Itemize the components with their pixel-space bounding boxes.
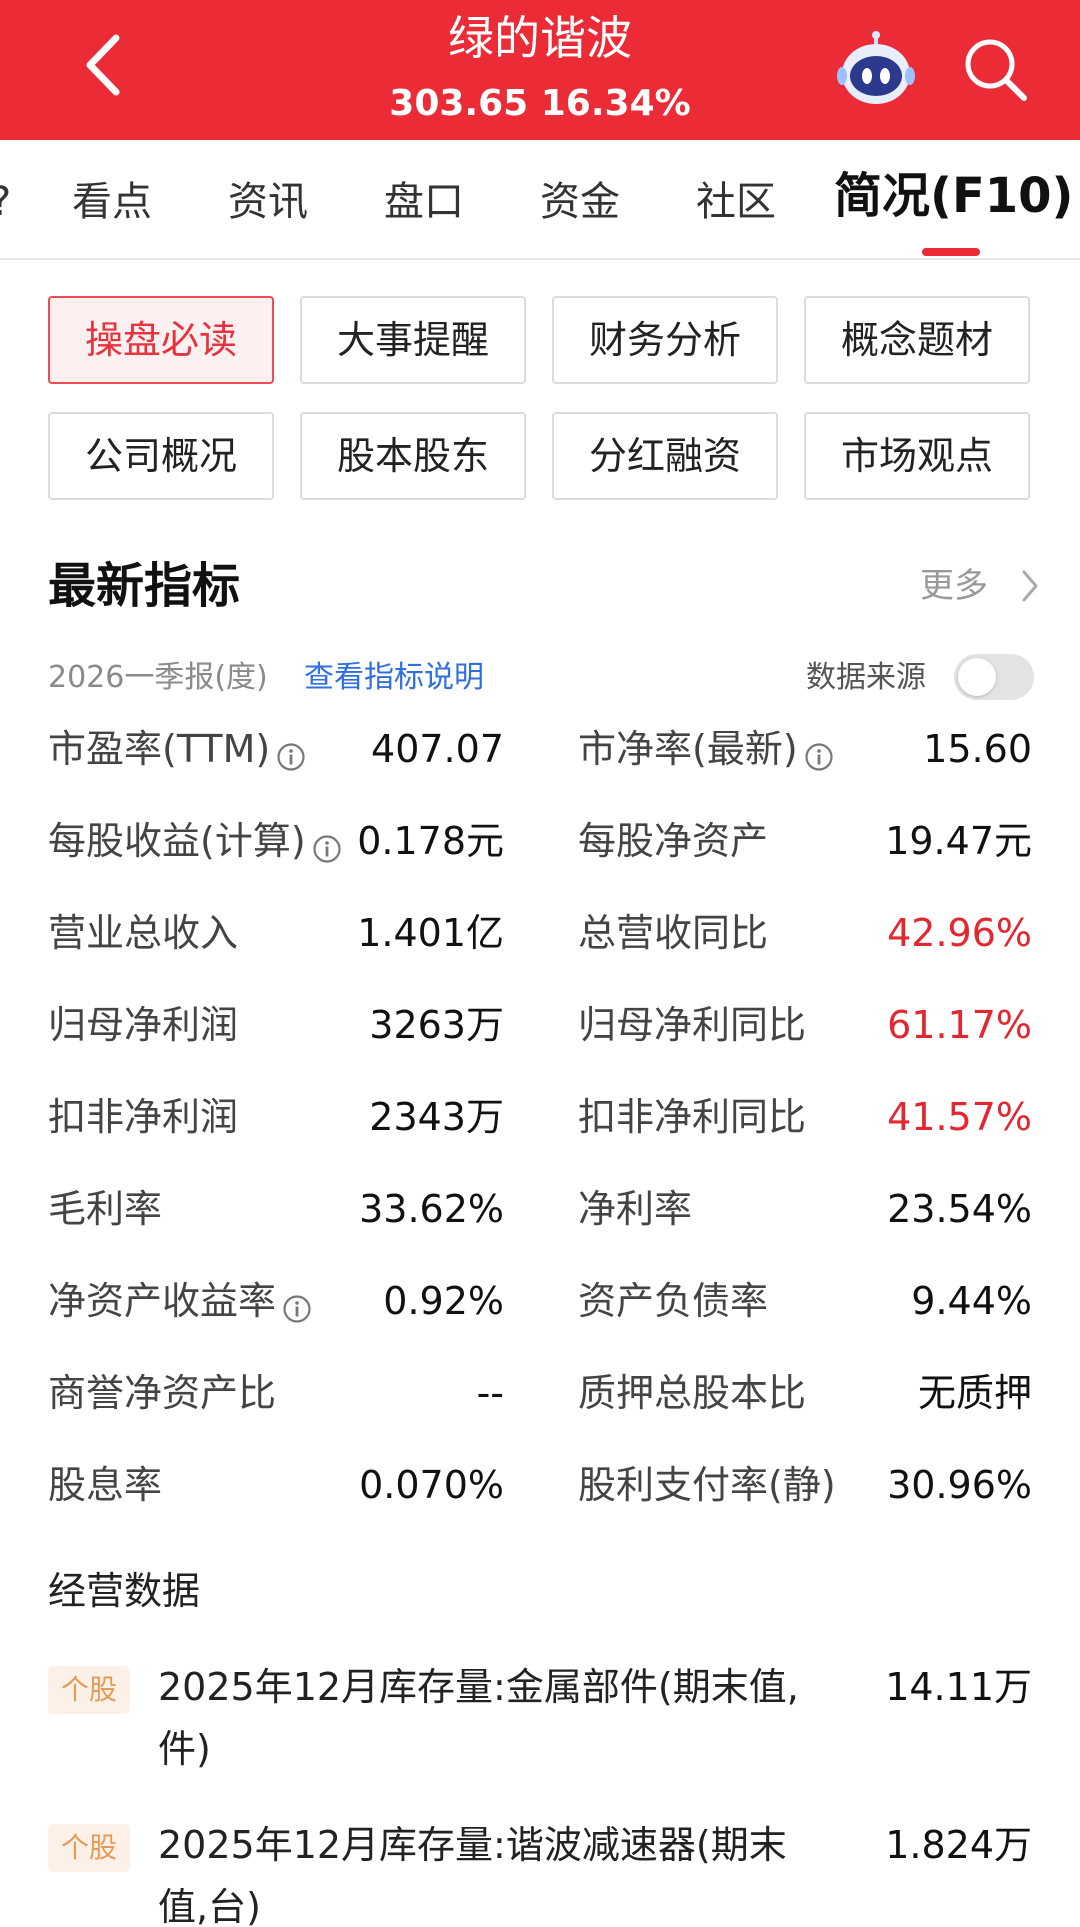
chip-trading-guide[interactable]: 操盘必读 xyxy=(48,296,274,384)
metric-label: 总营收同比 xyxy=(578,908,768,958)
metric-value: 23.54% xyxy=(887,1187,1032,1231)
metric-value: 19.47元 xyxy=(885,819,1032,863)
biz-item-text[interactable]: 2025年12月库存量:金属部件(期末值,件) xyxy=(158,1656,828,1780)
metric-label-text: 股利支付率(静) xyxy=(578,1463,836,1507)
chip-shareholders[interactable]: 股本股东 xyxy=(300,412,526,500)
stock-name: 绿的谐波 xyxy=(448,11,632,65)
metric-label-text: 净资产收益率 xyxy=(48,1279,277,1323)
tab-bar: ? 看点 资讯 盘口 资金 社区 简况(F10) xyxy=(0,140,1080,260)
metric-label-text: 归母净利同比 xyxy=(578,1003,807,1047)
metric-label: 股息率 xyxy=(48,1460,162,1510)
info-icon[interactable] xyxy=(804,734,834,771)
metric-label-text: 毛利率 xyxy=(48,1187,163,1231)
metric-value: 2343万 xyxy=(369,1095,504,1139)
chip-major-events[interactable]: 大事提醒 xyxy=(300,296,526,384)
metric-label-text: 净利率 xyxy=(578,1187,693,1231)
metric-label-text: 市盈率(TTM) xyxy=(48,727,271,771)
metric-value: 15.60 xyxy=(923,727,1032,771)
metric-value: 30.96% xyxy=(887,1463,1032,1507)
stock-change-pct: 16.34% xyxy=(540,83,691,124)
metric-value: 407.07 xyxy=(371,727,504,771)
tab-community[interactable]: 社区 xyxy=(696,176,776,228)
metric-label: 扣非净利润 xyxy=(48,1092,238,1142)
metric-label: 扣非净利同比 xyxy=(578,1092,806,1142)
metric-label-text: 每股收益(计算) xyxy=(48,819,306,863)
tab-order-book[interactable]: 盘口 xyxy=(384,176,464,228)
metric-label: 毛利率 xyxy=(48,1184,162,1234)
metric-value: 41.57% xyxy=(887,1095,1032,1139)
tab-partial[interactable]: ? xyxy=(0,176,11,228)
search-icon[interactable] xyxy=(962,36,1028,102)
metric-label: 股利支付率(静) xyxy=(578,1460,836,1510)
metric-value: 0.178元 xyxy=(357,819,504,863)
biz-item-value: 1.824万 xyxy=(885,1823,1032,1867)
indicator-explain-link[interactable]: 查看指标说明 xyxy=(304,656,484,700)
metric-label: 每股收益(计算) xyxy=(48,816,342,866)
chip-market-views[interactable]: 市场观点 xyxy=(804,412,1030,500)
metric-label: 净资产收益率 xyxy=(48,1276,312,1326)
chevron-right-icon[interactable] xyxy=(1020,568,1040,604)
tab-kandian[interactable]: 看点 xyxy=(72,176,152,228)
top-header: 绿的谐波 303.65 16.34% xyxy=(0,0,1080,140)
metric-value: 42.96% xyxy=(887,911,1032,955)
metric-label: 归母净利同比 xyxy=(578,1000,806,1050)
metric-label: 资产负债率 xyxy=(578,1276,768,1326)
data-source-label: 数据来源 xyxy=(806,660,926,695)
robot-assistant-icon[interactable] xyxy=(836,30,916,108)
metric-label-text: 扣非净利润 xyxy=(48,1095,239,1139)
metric-label: 每股净资产 xyxy=(578,816,768,866)
metric-label: 市盈率(TTM) xyxy=(48,724,306,774)
metric-value: 0.070% xyxy=(359,1463,504,1507)
stock-price: 303.65 xyxy=(389,83,529,124)
metric-value: 1.401亿 xyxy=(357,911,504,955)
metric-label-text: 每股净资产 xyxy=(578,819,769,863)
metric-label-text: 扣非净利同比 xyxy=(578,1095,807,1139)
metric-value: 无质押 xyxy=(917,1371,1032,1415)
info-icon[interactable] xyxy=(282,1286,312,1323)
metric-label-text: 总营收同比 xyxy=(578,911,769,955)
metric-value: -- xyxy=(476,1371,504,1415)
metric-value: 9.44% xyxy=(911,1279,1032,1323)
tab-news[interactable]: 资讯 xyxy=(228,176,308,228)
biz-item-value: 14.11万 xyxy=(885,1665,1032,1709)
toggle-knob xyxy=(958,658,996,696)
metric-label-text: 商誉净资产比 xyxy=(48,1371,277,1415)
business-data-title: 经营数据 xyxy=(48,1569,201,1613)
metric-label-text: 营业总收入 xyxy=(48,911,239,955)
metric-value: 61.17% xyxy=(887,1003,1032,1047)
info-icon[interactable] xyxy=(276,734,306,771)
stock-quote: 303.65 16.34% xyxy=(0,82,1080,126)
metric-label: 商誉净资产比 xyxy=(48,1368,276,1418)
metric-label-text: 资产负债率 xyxy=(578,1279,769,1323)
metric-label: 净利率 xyxy=(578,1184,692,1234)
metric-label: 归母净利润 xyxy=(48,1000,238,1050)
info-icon[interactable] xyxy=(312,826,342,863)
metric-label: 市净率(最新) xyxy=(578,724,834,774)
metric-value: 0.92% xyxy=(383,1279,504,1323)
biz-item-text[interactable]: 2025年12月库存量:谐波减速器(期末值,台) xyxy=(158,1814,828,1927)
section-title-latest: 最新指标 xyxy=(48,558,241,614)
metric-value: 33.62% xyxy=(359,1187,504,1231)
metric-label-text: 归母净利润 xyxy=(48,1003,239,1047)
metric-label-text: 质押总股本比 xyxy=(578,1371,807,1415)
chip-concepts[interactable]: 概念题材 xyxy=(804,296,1030,384)
metric-label: 质押总股本比 xyxy=(578,1368,806,1418)
more-link[interactable]: 更多 xyxy=(920,562,988,610)
chip-dividends-financing[interactable]: 分红融资 xyxy=(552,412,778,500)
tab-funds[interactable]: 资金 xyxy=(540,176,620,228)
metric-value: 3263万 xyxy=(369,1003,504,1047)
tab-f10-overview[interactable]: 简况(F10) xyxy=(834,170,1073,222)
metric-label-text: 市净率(最新) xyxy=(578,727,798,771)
chip-financial-analysis[interactable]: 财务分析 xyxy=(552,296,778,384)
biz-tag: 个股 xyxy=(48,1824,130,1872)
data-source-toggle[interactable] xyxy=(954,654,1034,700)
metric-label-text: 股息率 xyxy=(48,1463,163,1507)
report-period: 2026一季报(度) xyxy=(48,660,268,695)
biz-tag: 个股 xyxy=(48,1666,130,1714)
active-tab-indicator xyxy=(922,248,980,256)
metric-label: 营业总收入 xyxy=(48,908,238,958)
chip-company-profile[interactable]: 公司概况 xyxy=(48,412,274,500)
